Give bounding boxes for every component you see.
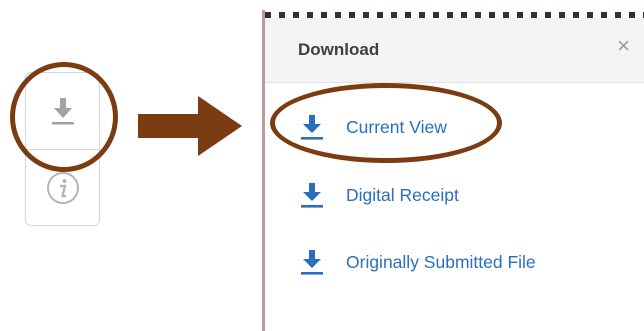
modal-title: Download [298, 40, 380, 59]
option-label: Digital Receipt [346, 184, 459, 205]
download-icon [301, 250, 323, 275]
download-option-original-file[interactable]: Originally Submitted File [300, 245, 536, 279]
download-modal: Download × Current View Digital Receipt … [265, 12, 644, 331]
download-icon [301, 183, 323, 208]
annotation-ellipse-current-view [270, 83, 502, 163]
option-label: Originally Submitted File [346, 251, 536, 272]
download-option-digital-receipt[interactable]: Digital Receipt [300, 178, 459, 212]
modal-header: Download × [265, 18, 644, 83]
annotation-ellipse-toolbar [10, 62, 118, 172]
close-icon[interactable]: × [617, 35, 630, 57]
annotation-arrow-icon [138, 96, 242, 156]
info-icon [46, 172, 79, 204]
